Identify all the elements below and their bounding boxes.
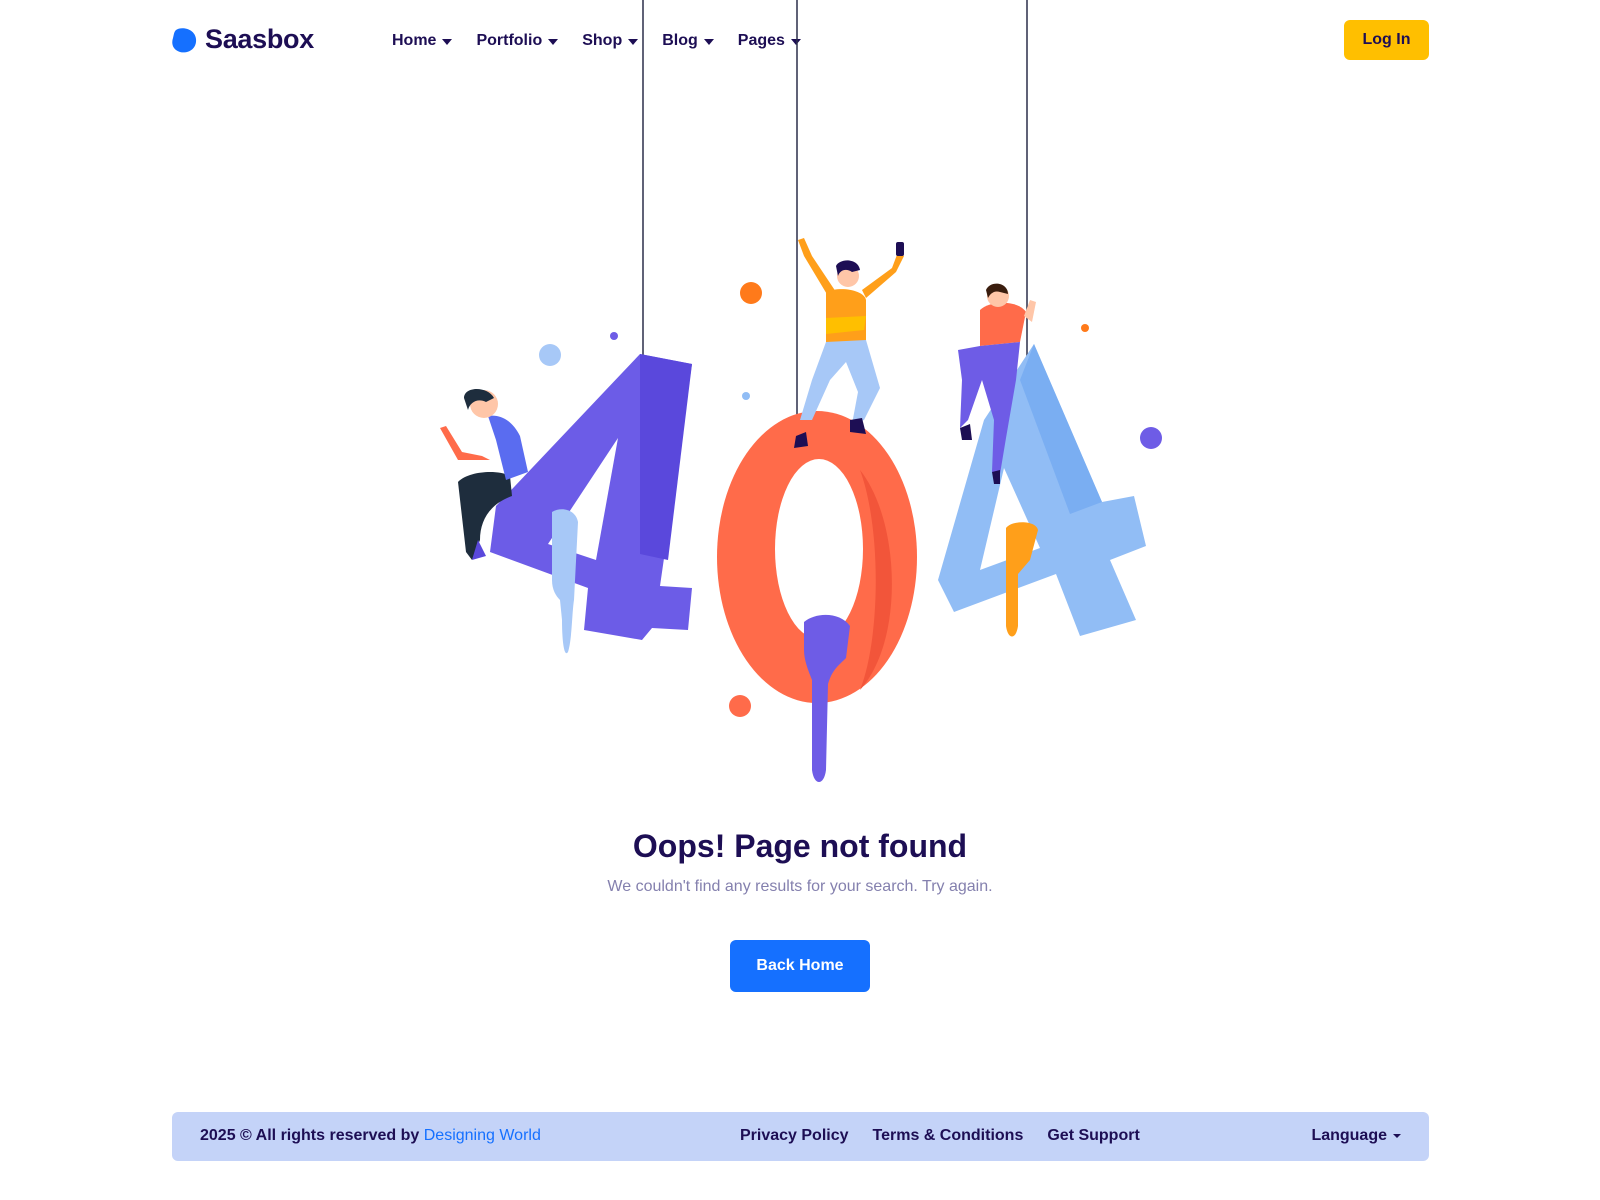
person-arms-up [794,238,904,448]
nav-item-portfolio[interactable]: Portfolio [476,30,559,52]
nav-item-blog[interactable]: Blog [662,30,714,52]
decor-dot [740,282,762,304]
decor-dot [610,332,618,340]
terms-conditions-link[interactable]: Terms & Conditions [873,1127,1024,1145]
site-footer: 2025 © All rights reserved by Designing … [172,1112,1429,1161]
decor-dot [539,344,561,366]
site-header: Saasbox Home Portfolio Shop Blog Pages L… [0,0,1600,82]
page-title: Oops! Page not found [632,828,968,864]
logo-blob-icon [172,27,197,52]
designing-world-link[interactable]: Designing World [424,1127,541,1144]
language-label: Language [1311,1127,1387,1144]
decor-dot [1140,427,1162,449]
get-support-link[interactable]: Get Support [1047,1127,1139,1145]
404-illustration [440,0,1162,782]
caret-down-icon [703,38,714,45]
nav-item-label: Portfolio [476,32,543,49]
brand-name: Saasbox [205,24,314,54]
back-home-button[interactable]: Back Home [730,940,870,992]
digit-zero [717,411,917,782]
nav-item-label: Blog [662,32,698,49]
caret-down-icon [790,38,801,45]
caret-down-icon [1393,1134,1401,1138]
nav-item-label: Home [392,32,437,49]
caret-down-icon [442,38,453,45]
brand-logo[interactable]: Saasbox [172,24,314,55]
copyright-prefix: 2025 © All rights reserved by [200,1127,420,1144]
footer-links: Privacy Policy Terms & Conditions Get Su… [740,1127,1164,1145]
page-subtitle: We couldn't find any results for your se… [607,878,993,895]
nav-item-shop[interactable]: Shop [582,30,639,52]
main-nav: Home Portfolio Shop Blog Pages [392,30,825,52]
nav-item-pages[interactable]: Pages [738,30,801,52]
nav-item-label: Pages [737,32,785,49]
decor-dot [742,392,750,400]
person-holding-string [958,283,1036,484]
copyright-text: 2025 © All rights reserved by Designing … [200,1127,541,1145]
privacy-policy-link[interactable]: Privacy Policy [740,1127,849,1145]
language-dropdown[interactable]: Language [1311,1127,1401,1145]
nav-item-label: Shop [582,32,623,49]
caret-down-icon [548,38,559,45]
caret-down-icon [628,38,639,45]
digit-four-right [938,344,1146,637]
login-button[interactable]: Log In [1344,20,1429,60]
decor-dot [729,695,751,717]
person-with-laptop [440,389,528,560]
digit-four-left [490,354,692,654]
nav-item-home[interactable]: Home [392,30,453,52]
decor-dot [1081,324,1089,332]
